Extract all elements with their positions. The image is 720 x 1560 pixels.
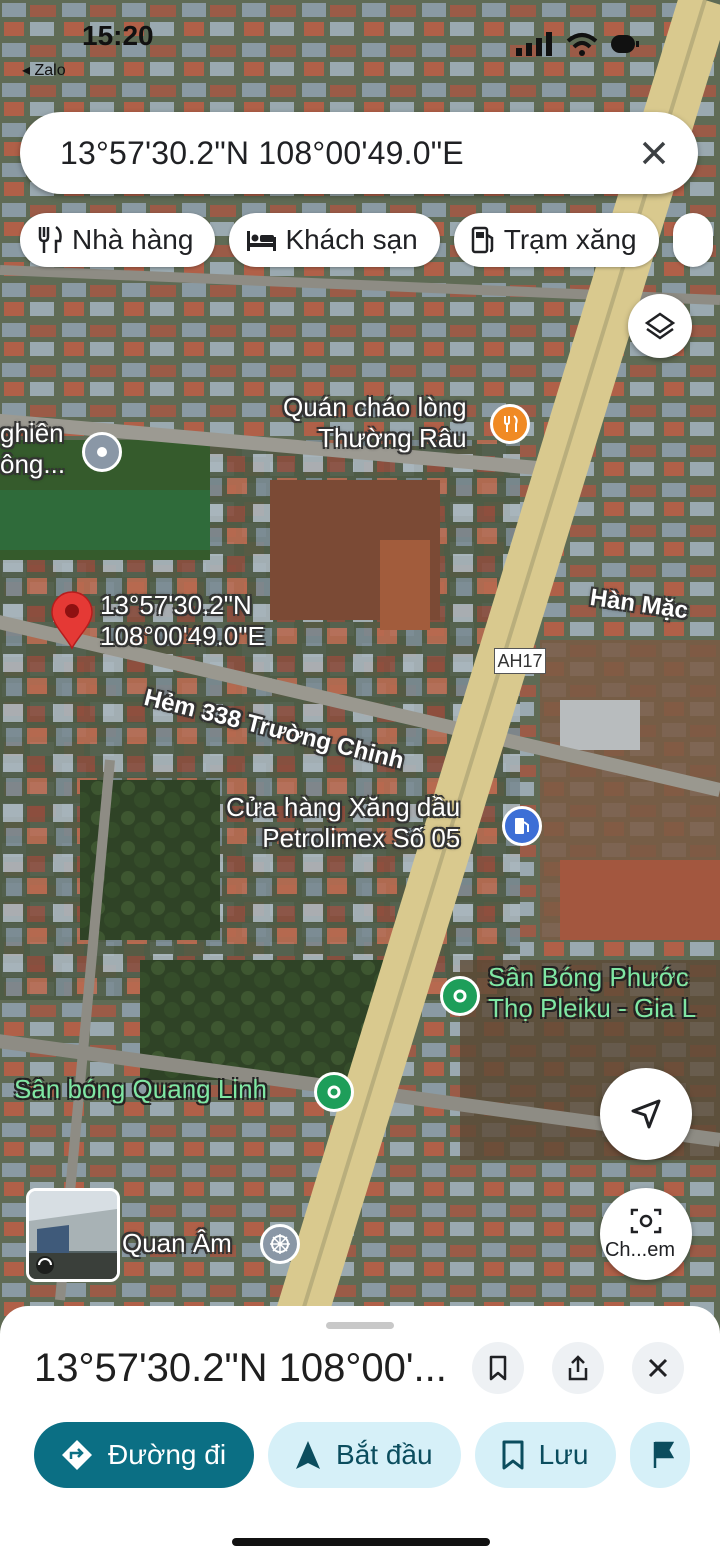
save-button[interactable]: Lưu [474,1422,617,1488]
layers-icon [644,312,676,340]
restaurant-marker-icon[interactable] [490,404,530,444]
fork-knife-icon [504,415,518,432]
signal-icon [516,32,552,56]
sports-field-marker-icon[interactable] [440,976,480,1016]
back-to-app-link[interactable]: ◂ Zalo [22,60,66,80]
poi-label-line: Thường Râu [318,422,467,453]
search-input[interactable]: 13°57'30.2"N 108°00'49.0"E [60,135,634,172]
chip-label: Trạm xăng [503,224,637,255]
action-buttons: Đường đi Bắt đầu Lưu [34,1422,691,1488]
flag-icon [654,1441,675,1468]
category-chips: Nhà hàng Khách sạn Trạm xăng [20,213,713,267]
bookmark-icon [489,1355,507,1381]
place-bottom-sheet[interactable]: 13°57'30.2"N 108°00'... Đường đi Bắt đầu… [0,1306,720,1560]
pin-label-line: 108°00'49.0"E [100,620,265,651]
search-bar[interactable]: 13°57'30.2"N 108°00'49.0"E [20,112,698,194]
poi-label-field-quang-linh[interactable]: Sân bóng Quang Linh [14,1074,267,1105]
navigation-arrow-icon [631,1099,661,1129]
sports-field-marker-icon[interactable] [314,1072,354,1112]
chip-more[interactable] [672,213,713,267]
lens-search-button[interactable]: Ch...em [600,1188,692,1280]
navigation-arrow-icon [296,1441,321,1469]
more-actions-button[interactable] [630,1422,691,1488]
chip-restaurants[interactable]: Nhà hàng [20,213,216,267]
bookmark-icon [502,1440,524,1470]
poi-label-line: ông... [0,448,66,479]
wifi-icon [566,33,598,56]
place-marker-icon[interactable] [82,432,122,472]
layers-button[interactable] [628,294,692,358]
fuel-pump-icon [515,818,529,834]
share-icon [568,1355,588,1381]
poi-label-line: Petrolimex Số 05 [262,822,461,853]
share-button[interactable] [552,1342,604,1394]
poi-label-gas-station[interactable]: Cửa hàng Xăng dầu Petrolimex Số 05 [226,792,460,853]
chip-label: Khách sạn [285,224,418,255]
start-label: Bắt đầu [336,1439,433,1470]
lens-label: Ch...em [604,1238,676,1261]
pin-label-line: 13°57'30.2"N [100,590,252,620]
status-time: 15:20 [82,20,154,51]
close-icon [648,1358,668,1378]
street-view-image [29,1191,117,1279]
chip-gas-stations[interactable]: Trạm xăng [453,213,659,267]
poi-label-line: Cửa hàng Xăng dầu [226,792,461,822]
clear-search-button[interactable] [634,133,674,173]
gas-station-icon [471,226,494,254]
hotel-icon [247,231,277,251]
temple-marker-icon[interactable] [260,1224,300,1264]
dropped-pin-icon[interactable] [50,590,94,650]
restaurant-icon [38,225,62,253]
dot-icon [327,1085,341,1099]
status-bar: 15:20 ◂ Zalo [0,0,720,90]
poi-label-line: Sân Bóng Phước [488,962,689,992]
battery-icon [611,35,639,53]
directions-label: Đường đi [108,1439,227,1470]
save-label: Lưu [538,1439,589,1470]
chip-label: Nhà hàng [72,224,194,255]
directions-icon [62,1440,92,1470]
poi-label-line: Quán cháo lòng [283,392,467,422]
poi-label-line: Thọ Pleiku - Gia L [488,992,697,1023]
poi-label-line: ghiên [0,418,64,448]
poi-label-quan-am[interactable]: Quan Âm [122,1228,232,1259]
close-sheet-button[interactable] [632,1342,684,1394]
dot-icon [453,989,467,1003]
dharma-wheel-icon [270,1234,290,1254]
street-view-thumbnail[interactable] [26,1188,120,1282]
poi-label-left[interactable]: ghiên ông... [0,418,65,479]
place-title: 13°57'30.2"N 108°00'... [34,1346,447,1390]
pin-coordinates-label: 13°57'30.2"N 108°00'49.0"E [100,590,265,651]
gas-station-marker-icon[interactable] [502,806,542,846]
sheet-drag-handle[interactable] [326,1322,394,1329]
directions-button[interactable]: Đường đi [34,1422,255,1488]
poi-label-restaurant[interactable]: Quán cháo lòng Thường Râu [264,392,467,453]
poi-label-field-phuoc-tho[interactable]: Sân Bóng Phước Thọ Pleiku - Gia L [488,962,696,1023]
route-shield: AH17 [494,648,546,674]
my-location-button[interactable] [600,1068,692,1160]
close-icon [642,141,666,165]
start-navigation-button[interactable]: Bắt đầu [268,1422,461,1488]
home-indicator [232,1538,490,1546]
bookmark-button[interactable] [472,1342,524,1394]
dot-icon [97,447,107,457]
chip-hotels[interactable]: Khách sạn [229,213,440,267]
camera-lens-icon [630,1208,662,1233]
system-icons [516,32,640,56]
